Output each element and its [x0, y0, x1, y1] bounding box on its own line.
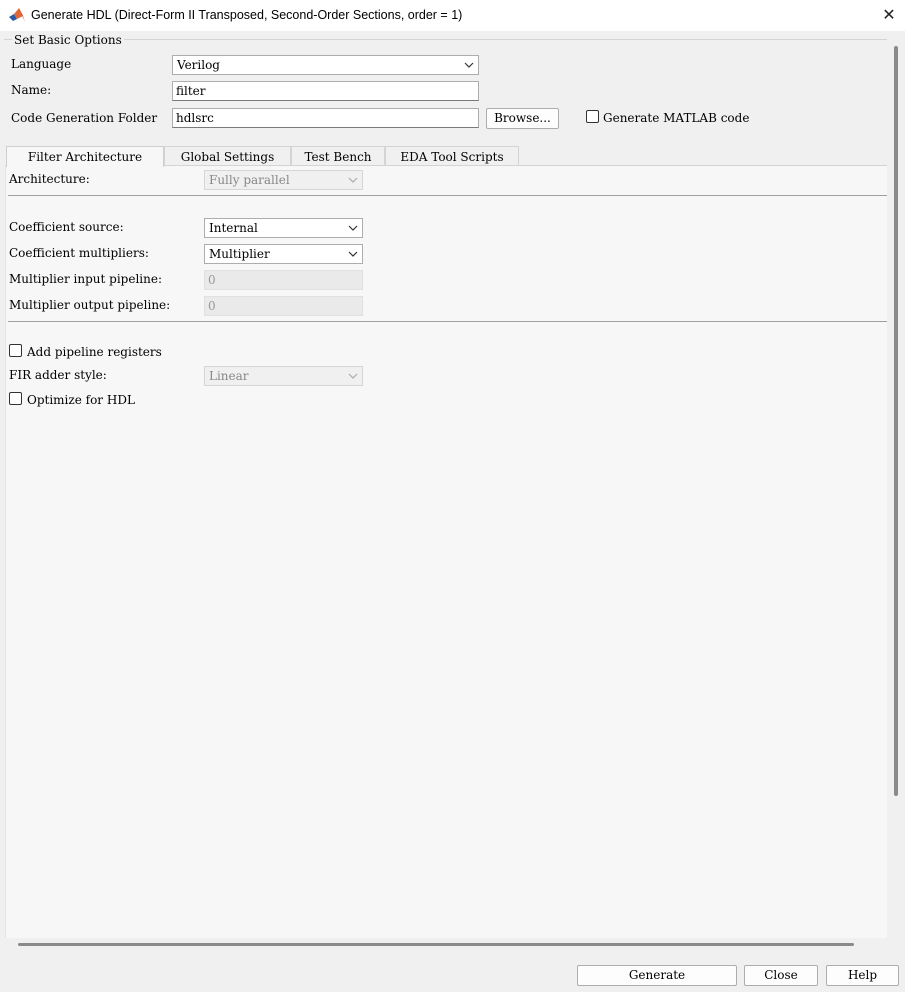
chevron-down-icon	[348, 251, 358, 257]
multiplier-output-pipeline-label: Multiplier output pipeline:	[9, 298, 171, 312]
add-pipeline-registers-label: Add pipeline registers	[27, 345, 162, 359]
architecture-select: Fully parallel	[204, 170, 363, 190]
language-value: Verilog	[177, 58, 220, 72]
generate-matlab-code-label: Generate MATLAB code	[603, 111, 750, 125]
fir-adder-style-label: FIR adder style:	[9, 368, 107, 382]
chevron-down-icon	[348, 177, 358, 183]
tab-filter-architecture[interactable]: Filter Architecture	[6, 146, 164, 167]
name-input[interactable]: filter	[172, 81, 479, 101]
folder-input[interactable]: hdlsrc	[172, 108, 479, 128]
chevron-down-icon	[348, 225, 358, 231]
folder-label: Code Generation Folder	[11, 111, 158, 125]
fir-adder-style-select: Linear	[204, 366, 363, 386]
coefficient-source-value: Internal	[209, 221, 258, 235]
basic-options-label: Set Basic Options	[12, 33, 124, 47]
vertical-scrollbar[interactable]	[894, 46, 898, 796]
help-button[interactable]: Help	[826, 965, 899, 986]
close-window-icon[interactable]: ✕	[878, 5, 900, 25]
optimize-for-hdl-checkbox[interactable]	[9, 392, 22, 405]
architecture-label: Architecture:	[9, 172, 90, 186]
optimize-for-hdl-label: Optimize for HDL	[27, 393, 135, 407]
add-pipeline-registers-checkbox[interactable]	[9, 344, 22, 357]
fir-adder-style-value: Linear	[209, 369, 249, 383]
architecture-value: Fully parallel	[209, 173, 290, 187]
multiplier-input-pipeline-input: 0	[204, 270, 363, 290]
tab-test-bench[interactable]: Test Bench	[291, 146, 385, 166]
tab-eda-tool-scripts[interactable]: EDA Tool Scripts	[385, 146, 519, 166]
section-divider	[8, 195, 887, 196]
generate-matlab-code-checkbox[interactable]	[586, 110, 599, 123]
coefficient-multipliers-select[interactable]: Multiplier	[204, 244, 363, 264]
tab-global-settings[interactable]: Global Settings	[164, 146, 291, 166]
language-select[interactable]: Verilog	[172, 55, 479, 75]
browse-button[interactable]: Browse...	[486, 108, 559, 129]
coefficient-multipliers-label: Coefficient multipliers:	[9, 246, 149, 260]
coefficient-multipliers-value: Multiplier	[209, 247, 270, 261]
name-label: Name:	[11, 83, 52, 97]
coefficient-source-label: Coefficient source:	[9, 220, 124, 234]
chevron-down-icon	[464, 62, 474, 68]
chevron-down-icon	[348, 373, 358, 379]
horizontal-scrollbar[interactable]	[18, 943, 854, 946]
close-button[interactable]: Close	[744, 965, 818, 986]
generate-button[interactable]: Generate	[577, 965, 737, 986]
section-divider	[8, 321, 887, 322]
language-label: Language	[11, 57, 72, 71]
matlab-logo-icon	[9, 8, 25, 22]
multiplier-input-pipeline-label: Multiplier input pipeline:	[9, 272, 162, 286]
coefficient-source-select[interactable]: Internal	[204, 218, 363, 238]
multiplier-output-pipeline-input: 0	[204, 296, 363, 316]
window-title: Generate HDL (Direct-Form II Transposed,…	[31, 8, 463, 22]
